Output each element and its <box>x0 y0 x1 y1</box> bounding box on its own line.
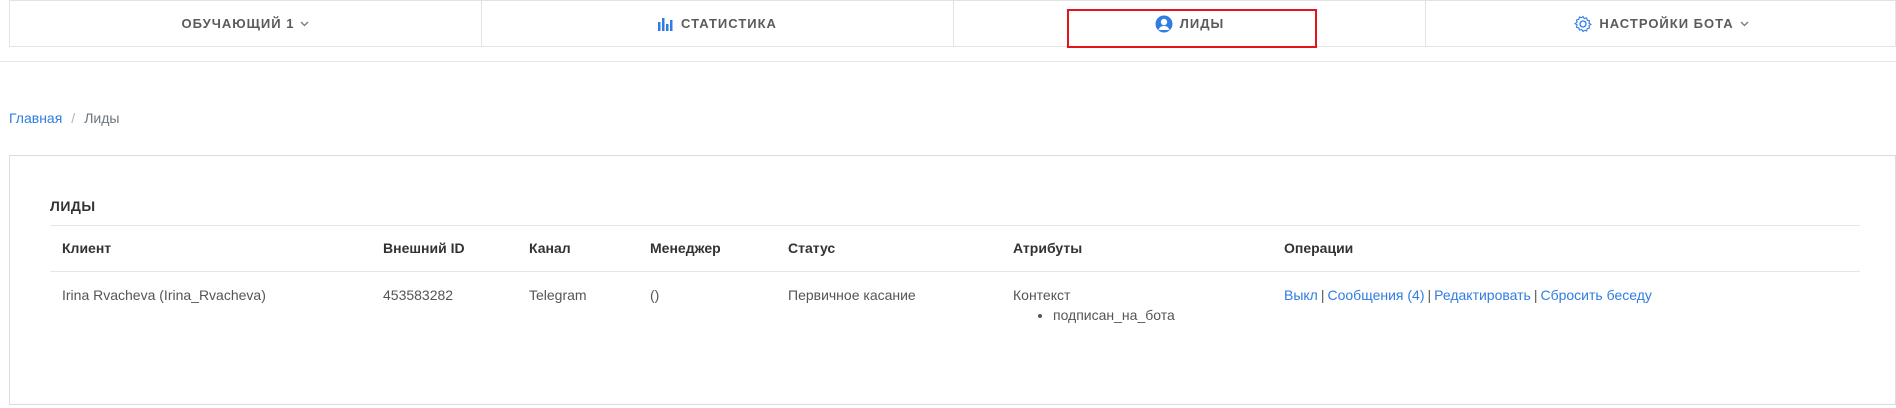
column-header-client: Клиент <box>62 240 112 256</box>
nav-item-training-label: ОБУЧАЮЩИЙ 1 <box>181 16 295 31</box>
header-divider <box>0 61 1896 62</box>
column-header-status: Статус <box>788 240 836 256</box>
chevron-down-icon <box>300 21 309 27</box>
ops-separator: | <box>1533 287 1538 303</box>
status-cell: Первичное касание <box>788 287 916 303</box>
column-header-external-id: Внешний ID <box>383 240 465 256</box>
manager-cell: () <box>650 287 660 303</box>
reset-conversation-link[interactable]: Сбросить беседу <box>1540 287 1651 303</box>
table-header: Клиент Внешний ID Канал Менеджер Статус … <box>50 225 1860 272</box>
operations-cell: Выкл | Сообщения (4) | Редактировать | Сбросит… <box>1284 287 1652 303</box>
nav-item-statistics[interactable]: СТАТИСТИКА <box>482 1 954 46</box>
attributes-cell: Контекст подписан_на_бота <box>1013 287 1175 323</box>
nav-item-bot-settings[interactable]: НАСТРОЙКИ БОТА <box>1426 1 1896 46</box>
ops-separator: | <box>1427 287 1432 303</box>
bar-chart-icon <box>658 17 674 31</box>
ops-separator: | <box>1320 287 1325 303</box>
user-circle-icon <box>1155 15 1173 33</box>
attribute-item: подписан_на_бота <box>1053 307 1175 323</box>
leads-table: Клиент Внешний ID Канал Менеджер Статус … <box>50 225 1860 342</box>
gear-icon <box>1574 15 1593 33</box>
external-id-cell: 453583282 <box>383 287 454 303</box>
nav-item-leads-label: ЛИДЫ <box>1179 16 1225 31</box>
column-header-attributes: Атрибуты <box>1013 240 1083 256</box>
attribute-group-title: Контекст <box>1013 287 1071 303</box>
disable-link[interactable]: Выкл <box>1284 287 1318 303</box>
leads-card: ЛИДЫ Клиент Внешний ID Канал Менеджер Ст… <box>9 155 1896 405</box>
nav-item-bot-settings-label: НАСТРОЙКИ БОТА <box>1599 16 1734 31</box>
nav-item-training[interactable]: ОБУЧАЮЩИЙ 1 <box>10 1 482 46</box>
breadcrumb-separator: / <box>71 110 76 126</box>
nav-item-statistics-label: СТАТИСТИКА <box>681 16 777 31</box>
column-header-channel: Канал <box>529 240 571 256</box>
edit-link[interactable]: Редактировать <box>1434 287 1531 303</box>
nav-item-leads[interactable]: ЛИДЫ <box>954 1 1426 48</box>
breadcrumb: Главная / Лиды <box>9 110 119 126</box>
table-row: Irina Rvacheva (Irina_Rvacheva) 45358328… <box>50 272 1860 342</box>
client-cell: Irina Rvacheva (Irina_Rvacheva) <box>62 287 266 303</box>
card-title: ЛИДЫ <box>50 198 96 214</box>
top-navigation: ОБУЧАЮЩИЙ 1 СТАТИСТИКА ЛИДЫ НАСТРОЙКИ БО… <box>9 0 1896 48</box>
channel-cell: Telegram <box>529 287 587 303</box>
messages-link[interactable]: Сообщения (4) <box>1328 287 1425 303</box>
attribute-list: подписан_на_бота <box>1013 307 1175 323</box>
chevron-down-icon <box>1740 21 1749 27</box>
column-header-manager: Менеджер <box>650 240 721 256</box>
column-header-operations: Операции <box>1284 240 1354 256</box>
breadcrumb-home-link[interactable]: Главная <box>9 110 62 126</box>
breadcrumb-current: Лиды <box>84 110 120 126</box>
